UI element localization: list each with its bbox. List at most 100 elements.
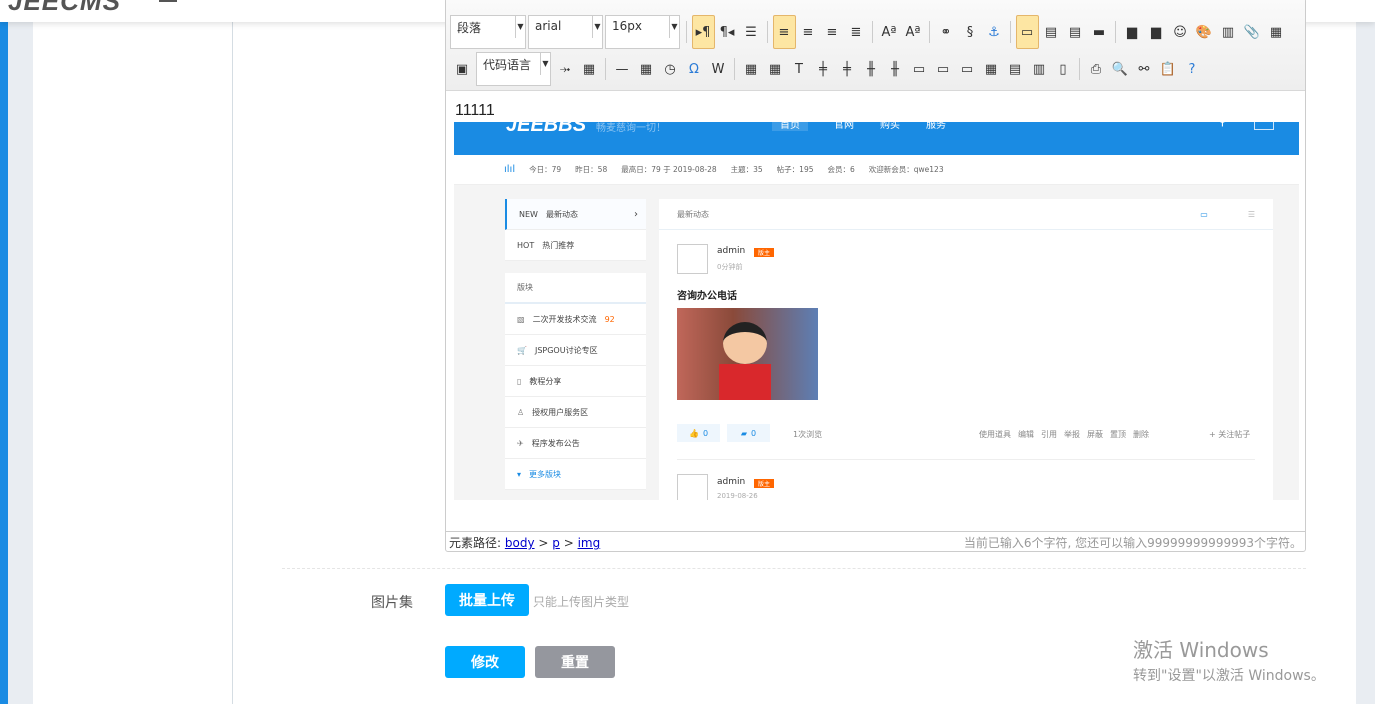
merge-down-icon[interactable]: ▭	[956, 57, 979, 81]
split-cells-icon[interactable]: ▦	[980, 57, 1003, 81]
video-icon[interactable]: ▥	[1217, 20, 1240, 44]
map-icon[interactable]: ▦	[1265, 20, 1288, 44]
table-title-icon[interactable]: T	[788, 57, 811, 81]
paste-plain-icon[interactable]: 📋	[1157, 57, 1180, 81]
date-icon[interactable]: ▦	[635, 57, 658, 81]
special-char-icon[interactable]: Ω	[683, 57, 706, 81]
watermark-subtitle: 转到"设置"以激活 Windows。	[1133, 668, 1325, 684]
font-select[interactable]: arial ▼	[528, 15, 603, 49]
time-icon[interactable]: ◷	[659, 57, 682, 81]
ltr-direction-icon[interactable]: ▸¶	[691, 15, 715, 49]
merge-cells-icon[interactable]: ▭	[908, 57, 931, 81]
menu-toggle-icon[interactable]	[159, 0, 177, 2]
code-language-value: 代码语言	[483, 58, 532, 72]
align-center-icon[interactable]: ≡	[797, 20, 820, 44]
grid-view-icon: ▭	[1200, 209, 1208, 219]
post-author: admin	[717, 246, 746, 256]
merge-right-icon[interactable]: ▭	[932, 57, 955, 81]
attachment-icon[interactable]: 📎	[1241, 20, 1264, 44]
template-icon[interactable]: ▦	[578, 57, 601, 81]
stat-item: 最高日：79 于 2019-08-28	[621, 165, 717, 174]
split-cols-icon[interactable]: ▥	[1028, 57, 1051, 81]
image-icon: ▧	[517, 314, 525, 324]
submit-button[interactable]: 修改	[445, 646, 525, 678]
like-count: 0	[702, 428, 709, 438]
view-count: 1次浏览	[793, 430, 823, 439]
page-break-icon[interactable]: ⤞	[554, 57, 577, 81]
windows-activation-watermark: 激活 Windows 转到"设置"以激活 Windows。	[1133, 634, 1325, 685]
align-left-icon[interactable]: ≡	[772, 15, 796, 49]
horizontal-rule-icon[interactable]: —	[611, 57, 634, 81]
paragraph-select[interactable]: 段落 ▼	[450, 15, 526, 49]
preview-icon[interactable]: 🔍	[1109, 57, 1132, 81]
chevron-right-icon: ›	[634, 208, 638, 220]
image-center-icon[interactable]: ▬	[1088, 20, 1111, 44]
reset-button[interactable]: 重置	[535, 646, 615, 678]
link-icon[interactable]: ⚭	[935, 20, 958, 44]
stat-item: 帖子：195	[776, 165, 814, 174]
chart-icon[interactable]: ▯	[1052, 57, 1075, 81]
more-boards-link: ▾ 更多版块	[505, 459, 646, 490]
emotion-icon[interactable]: ☺	[1169, 20, 1192, 44]
char-count: 当前已输入6个字符, 您还可以输入99999999999993个字符。	[963, 536, 1302, 550]
delete-table-icon[interactable]: ▦	[764, 57, 787, 81]
rtl-direction-icon[interactable]: ¶◂	[716, 20, 739, 44]
scrawl-icon[interactable]: 🎨	[1193, 20, 1216, 44]
board-item: ♙ 授权用户服务区	[505, 397, 646, 428]
embedded-slogan: 畅麦慈询一切！	[596, 123, 666, 134]
anchor-icon[interactable]: ⚓	[983, 20, 1006, 44]
word-image-icon[interactable]: W	[707, 57, 730, 81]
code-language-select[interactable]: 代码语言 ▼	[476, 52, 551, 86]
toolbar-separator	[872, 21, 873, 43]
paragraph-select-value: 段落	[457, 21, 482, 35]
toolbar-separator	[734, 58, 735, 80]
batch-upload-button[interactable]: 批量上传	[445, 584, 529, 616]
image-right-icon[interactable]: ▤	[1064, 20, 1087, 44]
tab-tag: HOT	[517, 240, 535, 250]
embedded-feed-card: 最新动态 ▭ ☰ admin 版主 0分钟前 咨询办公电话 👍 0 ▰ 0 1次浏览 使…	[659, 199, 1273, 500]
post-time: 0分钟前	[717, 263, 743, 271]
help-icon[interactable]: ?	[1181, 57, 1204, 81]
stat-item: 昨日：58	[575, 165, 608, 174]
insert-col-icon[interactable]: ╫	[860, 57, 883, 81]
thumbs-up-icon: 👍	[688, 428, 699, 438]
board-label: JSPGOU讨论专区	[534, 345, 598, 355]
image-none-icon[interactable]: ▭	[1015, 15, 1039, 49]
justify-icon[interactable]: ≣	[845, 20, 868, 44]
like-button[interactable]: 👍 0	[677, 424, 720, 442]
path-link-p[interactable]: p	[552, 536, 560, 550]
post-time: 2019-08-26	[717, 492, 758, 500]
cart-icon: 🛒	[517, 345, 527, 355]
insert-table-icon[interactable]: ▦	[740, 57, 763, 81]
unlink-icon[interactable]: §	[959, 20, 982, 44]
comment-button[interactable]: ▰ 0	[727, 424, 770, 442]
code-insert-icon[interactable]: ▣	[451, 57, 474, 81]
editor-content-text[interactable]: 11111	[455, 102, 495, 120]
caret-down-icon: ▾	[517, 469, 522, 479]
align-right-icon[interactable]: ≡	[821, 20, 844, 44]
split-rows-icon[interactable]: ▤	[1004, 57, 1027, 81]
multi-image-icon[interactable]: ▆	[1145, 20, 1168, 44]
search-replace-icon[interactable]: ⚯	[1133, 57, 1156, 81]
delete-row-icon[interactable]: ╪	[836, 57, 859, 81]
to-uppercase-icon[interactable]: Aª	[902, 20, 925, 44]
embedded-left-nav: NEW 最新动态 › HOT 热门推荐 版块 ▧ 二次开发技术交流 92 🛒 JSPGOU讨论…	[505, 199, 646, 500]
embedded-screenshot-image[interactable]: JEEBBS 畅麦慈询一切！ 首页 官网 购买 服务 ⚲ ılıl 今日：79 昨日：5…	[454, 122, 1299, 500]
font-size-select[interactable]: 16px ▼	[605, 15, 680, 49]
insert-image-icon[interactable]: ▆	[1121, 20, 1144, 44]
board-item: 🛒 JSPGOU讨论专区	[505, 335, 646, 366]
search-icon: ⚲	[1218, 122, 1227, 128]
insert-row-icon[interactable]: ╪	[812, 57, 835, 81]
delete-col-icon[interactable]: ╫	[884, 57, 907, 81]
tab-label: 热门推荐	[542, 240, 575, 250]
to-lowercase-icon[interactable]: Aª	[878, 20, 901, 44]
chevron-down-icon: ▼	[669, 16, 679, 38]
path-link-body[interactable]: body	[505, 536, 535, 550]
path-link-img[interactable]: img	[578, 536, 601, 550]
watermark-title: 激活 Windows	[1133, 638, 1269, 662]
toolbar-separator	[1010, 21, 1011, 43]
indent-icon[interactable]: ☰	[740, 20, 763, 44]
follow-post-link[interactable]: + 关注帖子	[1209, 429, 1250, 440]
print-icon[interactable]: ⎙	[1085, 57, 1108, 81]
image-left-icon[interactable]: ▤	[1040, 20, 1063, 44]
